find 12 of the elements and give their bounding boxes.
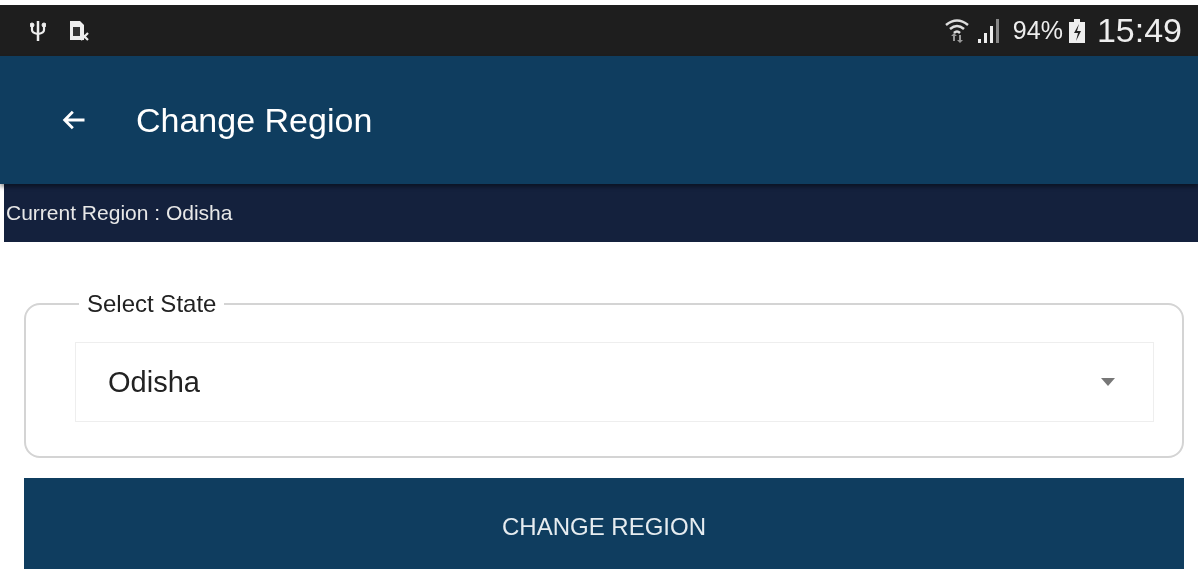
usb-icon — [30, 18, 46, 43]
current-region-text: Current Region : Odisha — [6, 201, 233, 225]
battery-charging-icon — [1068, 18, 1085, 43]
select-state-label: Select State — [86, 290, 218, 318]
state-dropdown[interactable]: Odisha — [75, 342, 1154, 422]
signal-icon — [976, 17, 1001, 44]
battery-percentage: 94% — [1012, 16, 1063, 45]
sim-card-icon — [68, 19, 90, 42]
dropdown-caret-icon — [1101, 378, 1115, 386]
change-region-button[interactable]: CHANGE REGION — [24, 478, 1184, 569]
clock-time: 15:49 — [1096, 11, 1182, 50]
screen-title: Change Region — [136, 100, 373, 140]
